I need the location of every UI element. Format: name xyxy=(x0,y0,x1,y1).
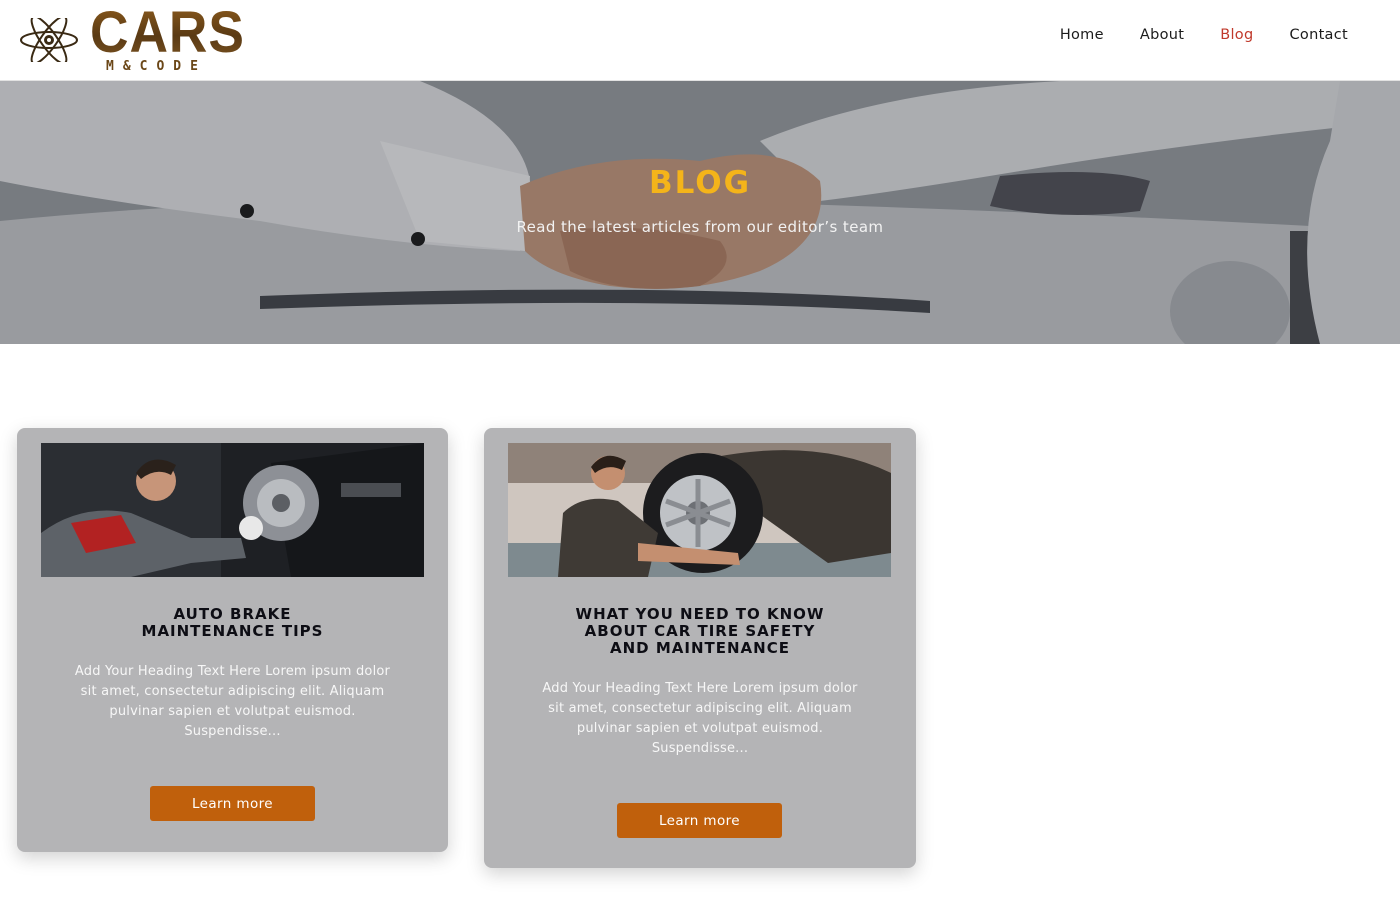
post-excerpt: Add Your Heading Text Here Lorem ipsum d… xyxy=(542,681,858,756)
nav-blog-link[interactable]: Blog xyxy=(1202,24,1271,46)
site-logo[interactable]: CARS M&CODE xyxy=(18,4,248,76)
nav-about-link[interactable]: About xyxy=(1122,24,1202,46)
logo-wordmark: CARS xyxy=(90,0,245,65)
post-title-line: AUTO BRAKE xyxy=(173,605,292,623)
hero-overlay xyxy=(0,81,1400,344)
post-title-line: ABOUT CAR TIRE SAFETY xyxy=(584,622,816,640)
mechanic-tire-photo[interactable] xyxy=(508,443,891,577)
nav-home-link[interactable]: Home xyxy=(1042,24,1122,46)
atom-icon xyxy=(20,18,78,62)
site-header: CARS M&CODE Home About Blog Contact xyxy=(0,0,1400,81)
learn-more-button[interactable]: Learn more xyxy=(150,786,315,821)
learn-more-button[interactable]: Learn more xyxy=(617,803,782,838)
post-excerpt: Add Your Heading Text Here Lorem ipsum d… xyxy=(74,664,391,739)
mechanic-brake-photo[interactable] xyxy=(41,443,424,577)
main-nav: Home About Blog Contact xyxy=(1042,24,1366,46)
post-title[interactable]: WHAT YOU NEED TO KNOW ABOUT CAR TIRE SAF… xyxy=(514,606,886,657)
hero-banner: BLOG Read the latest articles from our e… xyxy=(0,81,1400,344)
page-subtitle: Read the latest articles from our editor… xyxy=(516,218,884,236)
post-title-line: MAINTENANCE TIPS xyxy=(141,622,324,640)
page-title: BLOG xyxy=(648,165,752,201)
post-title[interactable]: AUTO BRAKE MAINTENANCE TIPS xyxy=(47,606,418,640)
logo-submark: M&CODE xyxy=(106,59,207,74)
nav-contact-link[interactable]: Contact xyxy=(1271,24,1366,46)
post-title-line: WHAT YOU NEED TO KNOW xyxy=(575,605,825,623)
blog-card: AUTO BRAKE MAINTENANCE TIPS Add Your Hea… xyxy=(17,428,448,852)
post-title-line: AND MAINTENANCE xyxy=(610,639,790,657)
blog-card: WHAT YOU NEED TO KNOW ABOUT CAR TIRE SAF… xyxy=(484,428,916,868)
